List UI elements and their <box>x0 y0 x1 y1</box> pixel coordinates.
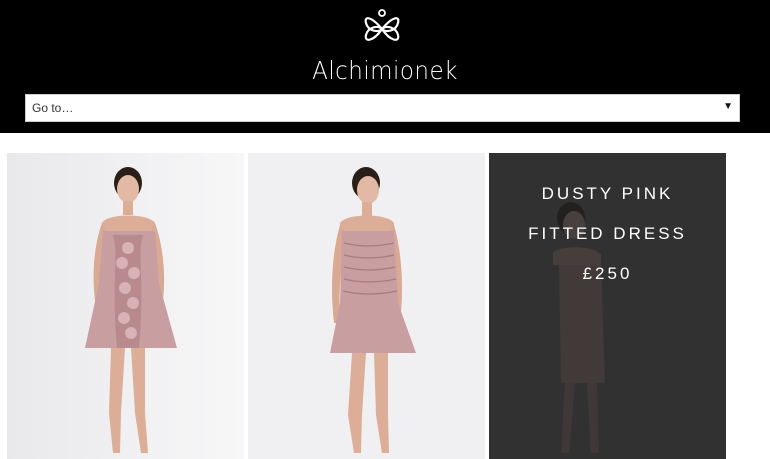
product-title-line2: FITTED DRESS <box>528 224 687 243</box>
product-tile[interactable] <box>248 153 485 459</box>
goto-select-label: Go to… <box>32 101 74 115</box>
product-image-ruched-dress <box>248 153 485 459</box>
product-title-line1: DUSTY PINK <box>541 184 674 203</box>
site-header: Alchimionek Go to… ▼ <box>0 0 770 133</box>
chevron-down-icon: ▼ <box>723 101 733 112</box>
product-gallery: DUSTY PINK FITTED DRESS £250 <box>0 153 770 459</box>
interlocked-loops-logo-icon[interactable] <box>358 7 406 51</box>
product-tile-hover[interactable]: DUSTY PINK FITTED DRESS £250 <box>489 153 726 459</box>
brand-name[interactable]: Alchimionek <box>31 56 739 85</box>
product-price: £250 <box>582 264 633 283</box>
product-image-ruffled-dress <box>7 153 244 459</box>
goto-select[interactable]: Go to… ▼ <box>25 94 740 122</box>
product-tile[interactable] <box>7 153 244 459</box>
